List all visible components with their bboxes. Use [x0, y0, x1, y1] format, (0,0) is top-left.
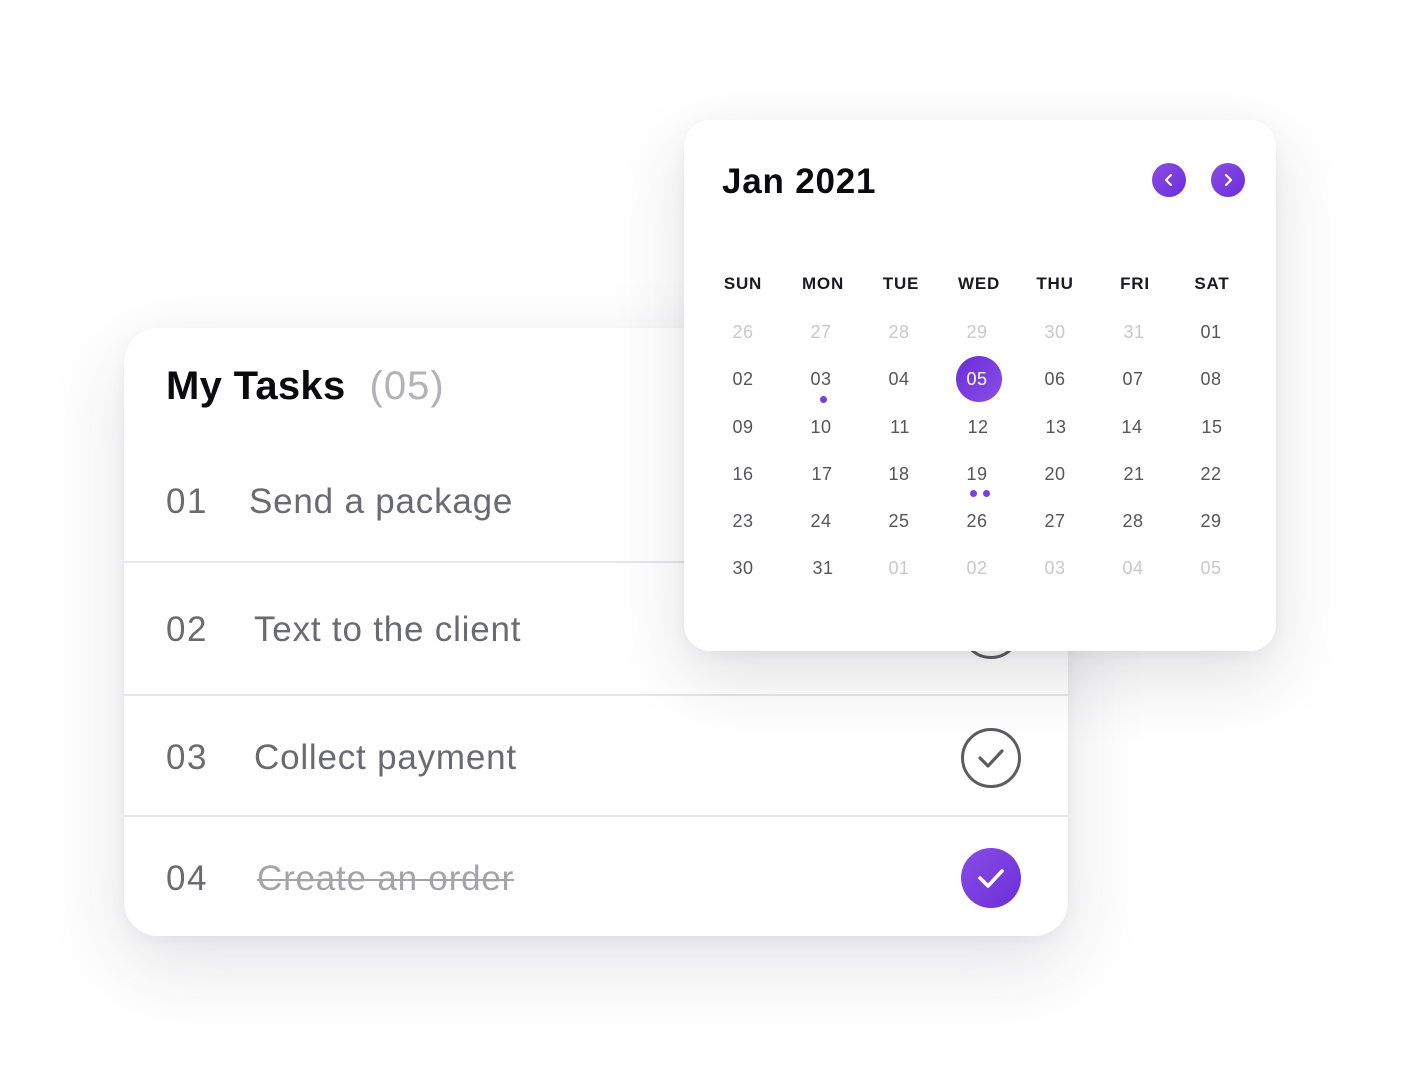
calendar-day[interactable]: 17: [797, 462, 847, 486]
calendar-day[interactable]: 27: [796, 320, 846, 344]
calendar-day[interactable]: 03: [1030, 556, 1080, 580]
weekday-label: SAT: [1194, 274, 1230, 293]
task-label: Collect payment: [254, 738, 517, 777]
calendar-day[interactable]: 08: [1186, 367, 1236, 391]
calendar-card: Jan 2021 SUN MON TUE WED THU FRI SAT 26 …: [684, 120, 1276, 651]
task-label: Send a package: [249, 482, 514, 521]
calendar-day[interactable]: 29: [1186, 509, 1236, 533]
calendar-day[interactable]: 04: [874, 367, 924, 391]
weekday-label: SUN: [723, 274, 763, 293]
weekday-label: WED: [957, 274, 1001, 293]
task-number: 01: [166, 482, 208, 521]
calendar-day[interactable]: 12: [953, 415, 1003, 439]
calendar-day[interactable]: 03: [796, 367, 846, 391]
calendar-day[interactable]: 24: [796, 509, 846, 533]
calendar-day[interactable]: 05: [1186, 556, 1236, 580]
task-row[interactable]: 04 Create an order: [124, 815, 1068, 936]
calendar-day[interactable]: 02: [952, 556, 1002, 580]
weekday-label: THU: [1036, 274, 1074, 293]
event-dot: [970, 490, 977, 497]
task-row[interactable]: 03 Collect payment: [124, 694, 1068, 816]
chevron-left-icon: [1164, 173, 1173, 187]
task-label: Text to the client: [254, 610, 522, 649]
weekday-label: TUE: [882, 274, 920, 293]
calendar-day[interactable]: 10: [796, 415, 846, 439]
calendar-day[interactable]: 31: [1109, 320, 1159, 344]
calendar-day[interactable]: 25: [874, 509, 924, 533]
calendar-day[interactable]: 28: [1108, 509, 1158, 533]
calendar-day[interactable]: 16: [718, 462, 768, 486]
weekday-label: FRI: [1120, 274, 1150, 293]
calendar-day[interactable]: 14: [1107, 415, 1157, 439]
chevron-right-icon: [1224, 173, 1233, 187]
task-check-button[interactable]: [961, 848, 1021, 908]
calendar-day[interactable]: 21: [1109, 462, 1159, 486]
calendar-month-label: Jan 2021: [722, 162, 877, 201]
calendar-day[interactable]: 30: [1030, 320, 1080, 344]
calendar-day[interactable]: 23: [718, 509, 768, 533]
calendar-day[interactable]: 18: [874, 462, 924, 486]
calendar-day-selected[interactable]: 05: [952, 367, 1002, 391]
weekday-label: MON: [801, 274, 845, 293]
tasks-header: My Tasks (05): [166, 364, 445, 409]
calendar-day[interactable]: 29: [952, 320, 1002, 344]
event-dot: [820, 396, 827, 403]
calendar-day[interactable]: 15: [1187, 415, 1237, 439]
calendar-day[interactable]: 28: [874, 320, 924, 344]
task-number: 03: [166, 738, 208, 777]
task-number: 04: [166, 859, 208, 898]
calendar-day[interactable]: 19: [952, 462, 1002, 486]
task-check-button[interactable]: [961, 728, 1021, 788]
calendar-day[interactable]: 11: [875, 415, 925, 439]
calendar-day[interactable]: 01: [1186, 320, 1236, 344]
check-icon: [978, 869, 1004, 888]
calendar-day[interactable]: 13: [1031, 415, 1081, 439]
calendar-day[interactable]: 26: [718, 320, 768, 344]
calendar-day[interactable]: 06: [1030, 367, 1080, 391]
calendar-day[interactable]: 22: [1186, 462, 1236, 486]
calendar-day[interactable]: 09: [718, 415, 768, 439]
calendar-day[interactable]: 02: [718, 367, 768, 391]
event-dot: [983, 490, 990, 497]
calendar-day[interactable]: 30: [718, 556, 768, 580]
previous-month-button[interactable]: [1152, 163, 1186, 197]
calendar-day[interactable]: 26: [952, 509, 1002, 533]
calendar-day[interactable]: 31: [798, 556, 848, 580]
calendar-day[interactable]: 20: [1030, 462, 1080, 486]
check-icon: [978, 749, 1004, 768]
task-number: 02: [166, 610, 208, 649]
calendar-day[interactable]: 27: [1030, 509, 1080, 533]
tasks-count: (05): [369, 364, 445, 408]
next-month-button[interactable]: [1211, 163, 1245, 197]
calendar-day[interactable]: 07: [1108, 367, 1158, 391]
task-label: Create an order: [257, 859, 515, 898]
calendar-day[interactable]: 04: [1108, 556, 1158, 580]
calendar-day[interactable]: 01: [874, 556, 924, 580]
tasks-title: My Tasks: [166, 364, 346, 408]
